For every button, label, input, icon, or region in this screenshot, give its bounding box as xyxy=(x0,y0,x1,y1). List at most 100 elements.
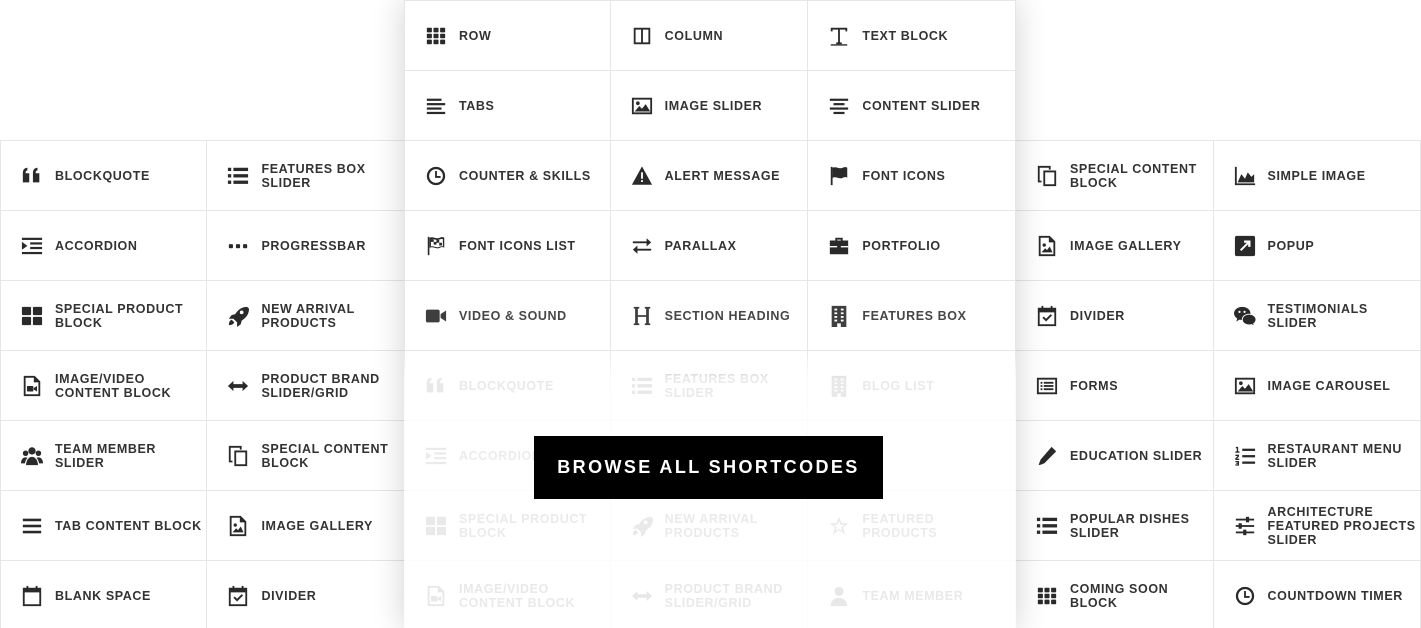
shortcode-item-video-and-sound[interactable]: VIDEO & SOUND xyxy=(405,281,611,351)
shortcode-item-restaurant-menu-slider[interactable]: RESTAURANT MENU SLIDER xyxy=(1213,421,1421,491)
pencil-icon xyxy=(1035,444,1059,468)
shortcode-item-blockquote[interactable]: BLOCKQUOTE xyxy=(1,141,208,211)
list-icon xyxy=(630,374,654,398)
shortcode-label: COLUMN xyxy=(664,28,724,43)
shortcode-label: PROGRESSBAR xyxy=(261,238,367,253)
shortcode-label: POPUP xyxy=(1267,238,1315,253)
shortcode-item-special-product-block[interactable]: SPECIAL PRODUCT BLOCK xyxy=(1,281,208,351)
shortcode-item-font-icons[interactable]: FONT ICONS xyxy=(808,141,1016,211)
shortcode-item-accordion[interactable]: ACCORDION xyxy=(1,211,208,281)
shortcode-item-section-heading[interactable]: SECTION HEADING xyxy=(610,281,809,351)
arrows-horizontal-icon xyxy=(226,374,250,398)
shortcode-item-coming-soon-block[interactable]: COMING SOON BLOCK xyxy=(1016,561,1214,628)
shortcode-item-image-carousel[interactable]: IMAGE CAROUSEL xyxy=(1213,351,1421,421)
shortcode-item-team-member[interactable]: TEAM MEMBER xyxy=(808,561,1016,628)
shortcode-item-architecture-featured-projects-slider[interactable]: ARCHITECTURE FEATURED PROJECTS SLIDER xyxy=(1213,491,1421,561)
shortcode-item-column[interactable]: COLUMN xyxy=(610,1,809,71)
calendar-icon xyxy=(20,584,44,608)
shortcode-row: SPECIAL PRODUCT BLOCK NEW ARRIVAL PRODUCT… xyxy=(1,281,405,351)
shortcode-item-image-gallery[interactable]: IMAGE GALLERY xyxy=(1016,211,1214,281)
shortcode-item-features-box-slider[interactable]: FEATURES BOX SLIDER xyxy=(610,351,809,421)
shortcode-grid-right: SPECIAL CONTENT BLOCK SIMPLE IMAGE IMAGE G… xyxy=(1015,140,1421,628)
shortcode-row: DIVIDER TESTIMONIALS SLIDER xyxy=(1016,281,1421,351)
shortcode-item-special-content-block[interactable]: SPECIAL CONTENT BLOCK xyxy=(207,421,405,491)
shortcode-label: SIMPLE IMAGE xyxy=(1267,168,1366,183)
shortcode-item-forms[interactable]: FORMS xyxy=(1016,351,1214,421)
shortcode-item-image-video-content-block[interactable]: IMAGE/VIDEO CONTENT BLOCK xyxy=(405,561,611,628)
calendar-check-icon xyxy=(1035,304,1059,328)
align-center-icon xyxy=(827,94,851,118)
shortcode-item-featured-products[interactable]: FEATURED PRODUCTS xyxy=(808,491,1016,561)
shortcode-item-tabs[interactable]: TABS xyxy=(405,71,611,141)
user-icon xyxy=(827,584,851,608)
shortcode-item-alert-message[interactable]: ALERT MESSAGE xyxy=(610,141,809,211)
shortcode-item-blank-space[interactable]: BLANK SPACE xyxy=(1,561,208,628)
shortcode-item-image-gallery[interactable]: IMAGE GALLERY xyxy=(207,491,405,561)
warning-icon xyxy=(630,164,654,188)
shortcode-label: FEATURES BOX SLIDER xyxy=(664,371,769,400)
align-left-icon xyxy=(424,94,448,118)
shortcode-item-popular-dishes-slider[interactable]: POPULAR DISHES SLIDER xyxy=(1016,491,1214,561)
shortcode-label: ALERT MESSAGE xyxy=(664,168,781,183)
shortcode-item-row[interactable]: ROW xyxy=(405,1,611,71)
shortcode-label: TESTIMONIALS SLIDER xyxy=(1267,301,1368,330)
shortcode-item-features-box-slider[interactable]: FEATURES BOX SLIDER xyxy=(207,141,405,211)
shortcode-item-education-slider[interactable]: EDUCATION SLIDER xyxy=(1016,421,1214,491)
menu-icon xyxy=(20,514,44,538)
shortcode-label: FONT ICONS xyxy=(862,168,946,183)
heading-icon xyxy=(630,304,654,328)
shortcode-item-blog-list[interactable]: BLOG LIST xyxy=(808,351,1016,421)
shortcode-label: VIDEO & SOUND xyxy=(459,308,567,323)
shortcode-row: ROW COLUMN TEXT BLOCK xyxy=(405,1,1016,71)
shortcode-item-product-brand-slider-grid[interactable]: PRODUCT BRAND SLIDER/GRID xyxy=(207,351,405,421)
flag-icon xyxy=(827,164,851,188)
shortcode-item-features-box[interactable]: FEATURES BOX xyxy=(808,281,1016,351)
shortcode-label: COUNTER & SKILLS xyxy=(459,168,591,183)
flag-checkered-icon xyxy=(424,234,448,258)
shortcode-item-portfolio[interactable]: PORTFOLIO xyxy=(808,211,1016,281)
shortcode-label: COUNTDOWN TIMER xyxy=(1267,588,1403,603)
shortcode-item-counter-and-skills[interactable]: COUNTER & SKILLS xyxy=(405,141,611,211)
shortcode-item-special-content-block[interactable]: SPECIAL CONTENT BLOCK xyxy=(1016,141,1214,211)
shortcode-item-simple-image[interactable]: SIMPLE IMAGE xyxy=(1213,141,1421,211)
shortcode-item-blockquote[interactable]: BLOCKQUOTE xyxy=(405,351,611,421)
video-file-icon xyxy=(424,584,448,608)
star-icon xyxy=(827,514,851,538)
shortcode-item-tab-content-block[interactable]: TAB CONTENT BLOCK xyxy=(1,491,208,561)
shortcode-item-image-video-content-block[interactable]: IMAGE/VIDEO CONTENT BLOCK xyxy=(1,351,208,421)
shortcode-item-countdown-timer[interactable]: COUNTDOWN TIMER xyxy=(1213,561,1421,628)
shortcode-item-divider[interactable]: DIVIDER xyxy=(1016,281,1214,351)
shortcode-item-team-member-slider[interactable]: TEAM MEMBER SLIDER xyxy=(1,421,208,491)
list-icon xyxy=(1035,514,1059,538)
area-chart-icon xyxy=(1233,164,1257,188)
shortcode-item-text-block[interactable]: TEXT BLOCK xyxy=(808,1,1016,71)
shortcode-row: TAB CONTENT BLOCK IMAGE GALLERY xyxy=(1,491,405,561)
shortcode-item-divider[interactable]: DIVIDER xyxy=(207,561,405,628)
shortcode-row: TEAM MEMBER SLIDER SPECIAL CONTENT BLOCK xyxy=(1,421,405,491)
browse-all-shortcodes-button[interactable]: BROWSE ALL SHORTCODES xyxy=(534,436,883,499)
shortcode-row: POPULAR DISHES SLIDER ARCHITECTURE FEATUR… xyxy=(1016,491,1421,561)
shortcode-item-parallax[interactable]: PARALLAX xyxy=(610,211,809,281)
shortcode-item-new-arrival-products[interactable]: NEW ARRIVAL PRODUCTS xyxy=(610,491,809,561)
shortcode-row: IMAGE/VIDEO CONTENT BLOCK PRODUCT BRAND S… xyxy=(405,561,1016,628)
shortcode-item-image-slider[interactable]: IMAGE SLIDER xyxy=(610,71,809,141)
shortcode-label: RESTAURANT MENU SLIDER xyxy=(1267,441,1402,470)
shortcode-item-font-icons-list[interactable]: FONT ICONS LIST xyxy=(405,211,611,281)
shortcode-item-content-slider[interactable]: CONTENT SLIDER xyxy=(808,71,1016,141)
shortcode-label: COMING SOON BLOCK xyxy=(1070,581,1169,610)
shortcode-label: TEAM MEMBER xyxy=(862,588,964,603)
shortcode-label: BLOG LIST xyxy=(862,378,935,393)
shortcode-item-special-product-block[interactable]: SPECIAL PRODUCT BLOCK xyxy=(405,491,611,561)
shortcode-item-progressbar[interactable]: PROGRESSBAR xyxy=(207,211,405,281)
shortcode-item-product-brand-slider-grid[interactable]: PRODUCT BRAND SLIDER/GRID xyxy=(610,561,809,628)
shortcode-label: TEAM MEMBER SLIDER xyxy=(55,441,157,470)
shortcode-item-testimonials-slider[interactable]: TESTIMONIALS SLIDER xyxy=(1213,281,1421,351)
shortcode-label: EDUCATION SLIDER xyxy=(1070,448,1203,463)
shortcode-row: IMAGE GALLERY POPUP xyxy=(1016,211,1421,281)
shortcode-item-new-arrival-products[interactable]: NEW ARRIVAL PRODUCTS xyxy=(207,281,405,351)
shortcode-item-popup[interactable]: POPUP xyxy=(1213,211,1421,281)
shortcode-row: FONT ICONS LIST PARALLAX PORTFOLIO xyxy=(405,211,1016,281)
shortcode-label: SPECIAL CONTENT BLOCK xyxy=(1070,161,1197,190)
shortcode-row: FORMS IMAGE CAROUSEL xyxy=(1016,351,1421,421)
image-icon xyxy=(630,94,654,118)
